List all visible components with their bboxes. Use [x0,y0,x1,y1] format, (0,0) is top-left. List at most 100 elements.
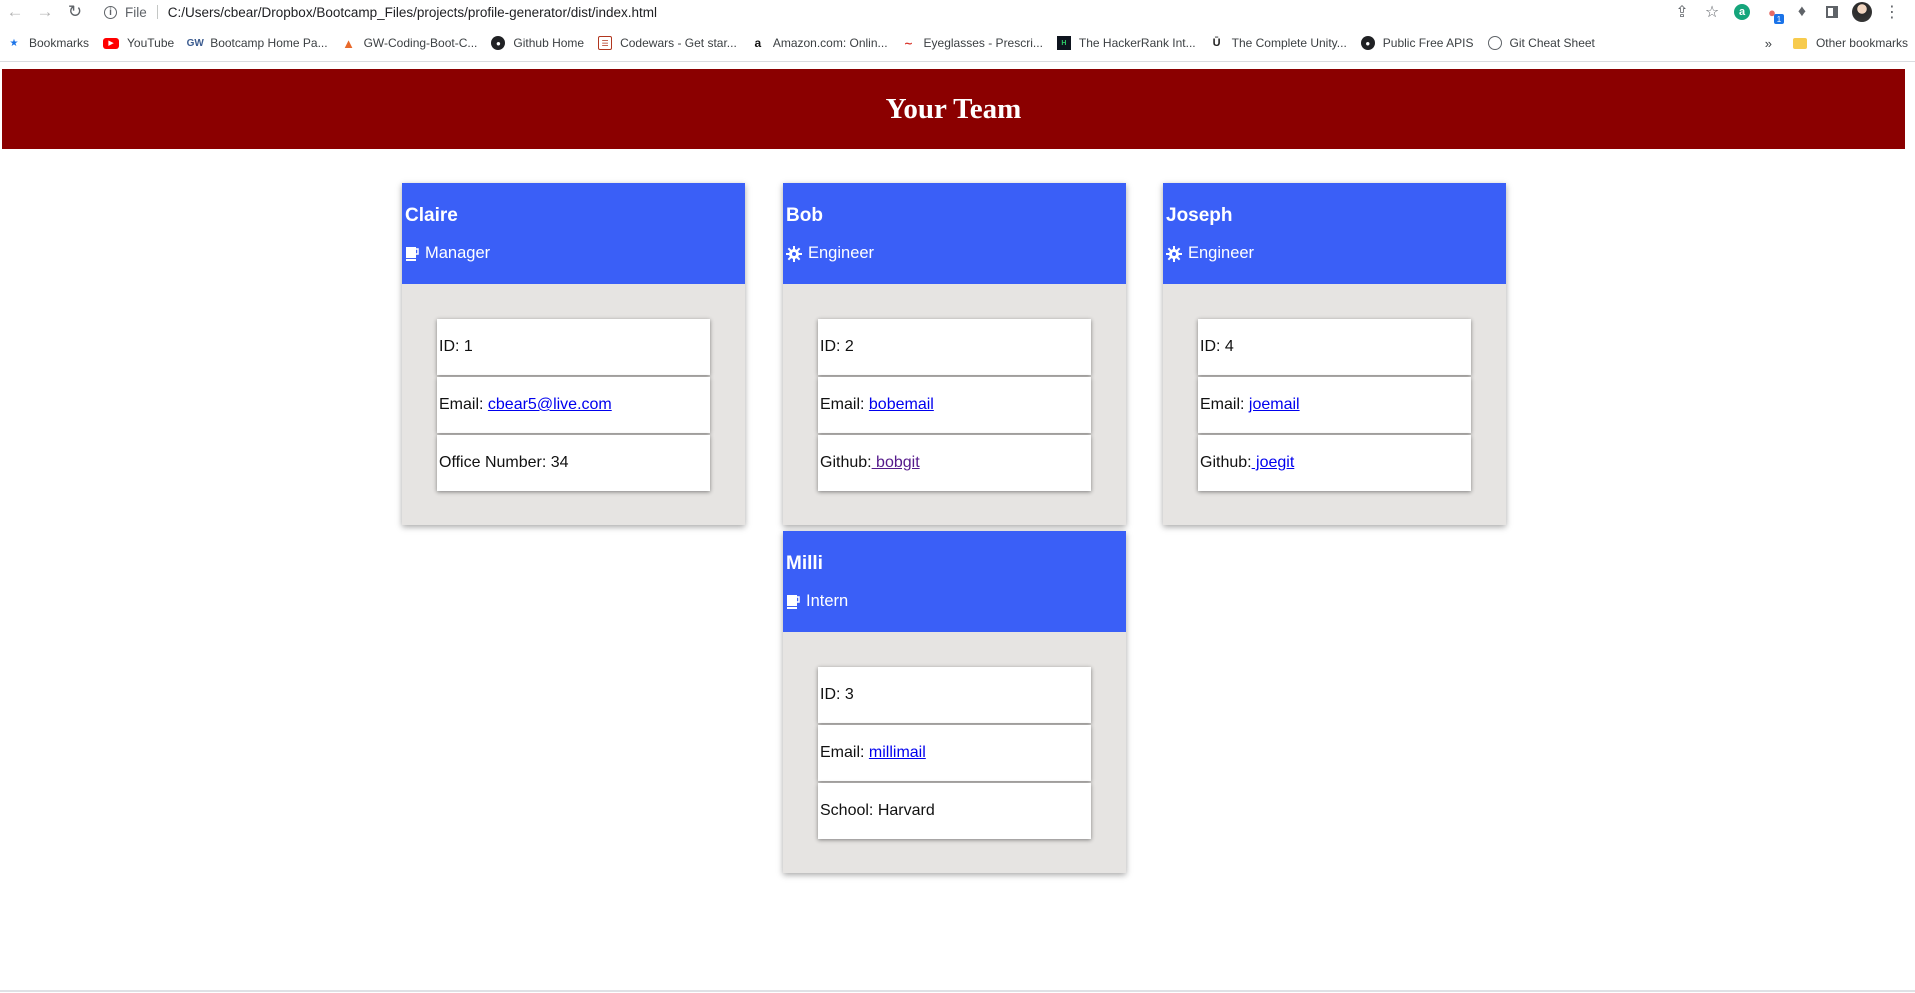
github-row: Github: bobgit [818,435,1091,491]
employee-role: Engineer [786,244,1126,263]
bookmark-item[interactable]: ▶ YouTube [96,32,181,54]
role-label: Engineer [808,244,875,262]
more-bookmarks-chevron-icon[interactable]: » [1765,36,1772,51]
email-row: Email: millimail [818,725,1091,781]
bookmark-item[interactable]: ● Public Free APIS [1354,32,1481,54]
id-row: ID: 4 [1198,319,1471,375]
bookmark-label: The HackerRank Int... [1078,36,1196,50]
email-link[interactable]: millimail [869,744,926,762]
id-row: ID: 2 [818,319,1091,375]
gear-icon [786,245,802,262]
bookmark-label: Eyeglasses - Prescri... [923,36,1043,50]
employee-name: Claire [405,205,458,226]
github-row: Github: joegit [1198,435,1471,491]
star-icon: ★ [9,37,19,49]
gw-icon: GW [186,37,204,49]
detail-list: ID: 2 Email: bobemail Github: bobgit [818,319,1091,493]
side-panel-icon[interactable] [1817,0,1847,24]
extension-badge-icon[interactable]: ● 1 [1757,0,1787,24]
employee-name: Milli [786,553,823,574]
bookmark-item[interactable]: GW Bootcamp Home Pa... [181,32,334,54]
bookmark-label: Github Home [513,36,585,50]
puzzle-icon[interactable]: ♦ [1787,0,1817,24]
kebab-menu-icon[interactable]: ⋮ [1877,0,1907,24]
bookmark-item[interactable]: ∼ Eyeglasses - Prescri... [895,32,1050,54]
id-text: ID: 1 [439,338,473,355]
bookmark-item[interactable]: Git Cheat Sheet [1481,32,1602,54]
url-text[interactable]: C:/Users/cbear/Dropbox/Bootcamp_Files/pr… [168,5,657,20]
team-card-intern: Milli Intern ID: 3 Email: millimail Scho… [783,531,1126,873]
hackerrank-icon: H [1056,36,1071,50]
bookmark-star-icon[interactable]: ☆ [1697,0,1727,24]
bookmark-label: GW-Coding-Boot-C... [363,36,478,50]
github-icon: ● [1360,36,1375,50]
bookmark-item[interactable]: H The HackerRank Int... [1050,32,1203,54]
office-number-text: Office Number: 34 [439,454,569,471]
globe-icon [1487,36,1502,50]
github-link[interactable]: joegit [1252,454,1294,472]
id-text: ID: 2 [820,338,854,355]
bookmark-label: Codewars - Get star... [620,36,737,50]
gear-icon [1166,245,1182,262]
email-row: Email: cbear5@live.com [437,377,710,433]
employee-role: Intern [786,592,1126,611]
amazon-icon: a [754,36,762,50]
bookmark-item[interactable]: ☰ Codewars - Get star... [591,32,744,54]
bookmark-item[interactable]: ▲ GW-Coding-Boot-C... [335,32,485,54]
office-row: Office Number: 34 [437,435,710,491]
bookmark-label: Bookmarks [29,36,90,50]
bookmark-label: Git Cheat Sheet [1509,36,1595,50]
bookmark-label: YouTube [127,36,175,50]
mug-icon [786,594,800,610]
email-link[interactable]: joemail [1249,396,1300,414]
reload-button[interactable]: ↻ [60,0,90,24]
page-title: Your Team [885,92,1022,125]
github-link[interactable]: bobgit [872,454,920,472]
github-prefix: Github: [820,454,872,471]
email-link[interactable]: cbear5@live.com [488,396,612,414]
card-header: Claire Manager [402,183,745,284]
omnibox-divider [156,5,158,19]
team-card-manager: Claire Manager ID: 1 Email: cbear5@live.… [402,183,745,525]
role-label: Manager [425,244,491,262]
back-button[interactable]: ← [0,0,30,24]
card-header: Bob Engineer [783,183,1126,284]
card-header: Joseph Engineer [1163,183,1506,284]
bookmark-label: Amazon.com: Onlin... [772,36,888,50]
team-card-engineer: Bob Engineer ID: 2 Email: bobemail Githu… [783,183,1126,525]
bookmark-label: The Complete Unity... [1231,36,1347,50]
profile-avatar[interactable] [1847,0,1877,24]
udemy-icon: Ū [1212,37,1221,49]
other-bookmarks[interactable]: Other bookmarks [1786,32,1915,54]
detail-list: ID: 3 Email: millimail School: Harvard [818,667,1091,841]
email-row: Email: bobemail [818,377,1091,433]
bookmark-item[interactable]: ★ Bookmarks [0,32,96,54]
forward-button[interactable]: → [30,0,60,24]
school-row: School: Harvard [818,783,1091,839]
id-text: ID: 3 [820,686,854,703]
folder-icon [1792,37,1807,49]
share-icon[interactable]: ⇪ [1667,0,1697,24]
bookmark-item[interactable]: a Amazon.com: Onlin... [744,32,895,54]
role-label: Intern [806,592,849,610]
email-prefix: Email: [439,396,488,413]
browser-toolbar: ← → ↻ i File C:/Users/cbear/Dropbox/Boot… [0,0,1915,24]
address-bar[interactable]: i File C:/Users/cbear/Dropbox/Bootcamp_F… [104,0,1667,24]
employee-name: Joseph [1166,205,1233,226]
bookmark-item[interactable]: Ū The Complete Unity... [1203,32,1354,54]
role-label: Engineer [1188,244,1255,262]
email-row: Email: joemail [1198,377,1471,433]
email-prefix: Email: [1200,396,1249,413]
id-row: ID: 1 [437,319,710,375]
scheme-label: File [125,4,147,20]
email-prefix: Email: [820,396,869,413]
other-bookmarks-label: Other bookmarks [1815,36,1908,50]
bookmark-item[interactable]: ● Github Home [484,32,591,54]
extension-a-icon[interactable]: a [1727,0,1757,24]
employee-role: Engineer [1166,244,1506,263]
youtube-icon: ▶ [103,37,120,49]
email-prefix: Email: [820,744,869,761]
bookmark-label: Public Free APIS [1382,36,1474,50]
info-icon[interactable]: i [104,5,117,19]
email-link[interactable]: bobemail [869,396,934,414]
